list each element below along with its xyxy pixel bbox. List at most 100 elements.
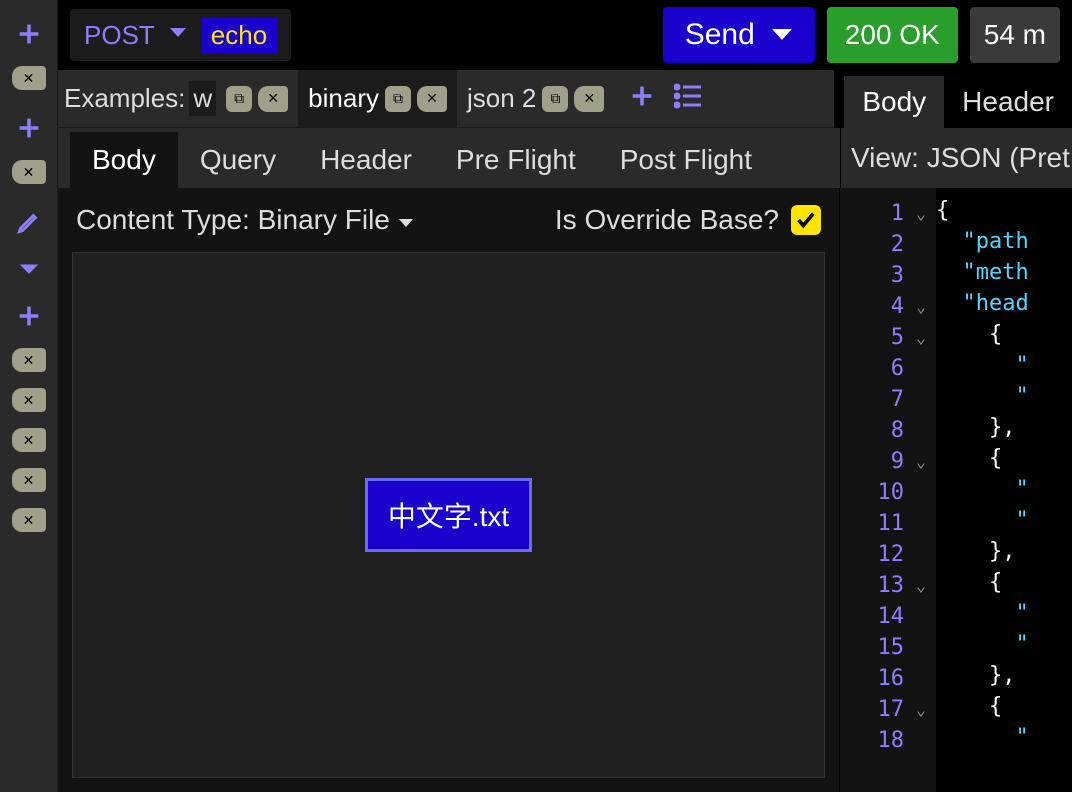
- gutter-line: 3: [840, 260, 936, 291]
- rail-close-6[interactable]: ✕: [12, 468, 46, 492]
- duplicate-icon[interactable]: ⧉: [226, 86, 252, 112]
- fold-icon[interactable]: ⌄: [914, 328, 928, 347]
- code-line: {: [936, 198, 1072, 229]
- duplicate-icon[interactable]: ⧉: [385, 86, 411, 112]
- code-line: ": [936, 508, 1072, 539]
- method-selector[interactable]: POST echo: [70, 9, 291, 61]
- example-tab-label: json 2: [467, 83, 536, 114]
- gutter-line: 5⌄: [840, 322, 936, 353]
- code-line: ": [936, 477, 1072, 508]
- code-line: ": [936, 725, 1072, 756]
- rail-close-1[interactable]: ✕: [12, 66, 46, 90]
- rail-close-5[interactable]: ✕: [12, 428, 46, 452]
- fold-icon[interactable]: ⌄: [914, 297, 928, 316]
- response-body-panel: 1⌄234⌄5⌄6789⌄10111213⌄14151617⌄18 { "pat…: [840, 188, 1072, 792]
- add-example-tab-icon[interactable]: [628, 82, 656, 115]
- code-gutter: 1⌄234⌄5⌄6789⌄10111213⌄14151617⌄18: [840, 188, 936, 792]
- content-type-bar: Content Type: Binary File Is Override Ba…: [58, 188, 839, 252]
- left-rail: ✕ ✕ ✕ ✕ ✕ ✕ ✕: [0, 0, 58, 792]
- edit-icon[interactable]: [13, 206, 45, 238]
- content-type-selector[interactable]: Content Type: Binary File: [76, 204, 414, 236]
- add-item-icon[interactable]: [13, 300, 45, 332]
- request-tab-pre-flight[interactable]: Pre Flight: [434, 132, 598, 188]
- file-chip[interactable]: 中文字.txt: [365, 478, 532, 552]
- code-line: ": [936, 601, 1072, 632]
- view-selector[interactable]: View: JSON (Pret: [840, 128, 1072, 188]
- view-label: View: JSON (Pret: [851, 142, 1070, 174]
- code-line: },: [936, 663, 1072, 694]
- rail-close-3[interactable]: ✕: [12, 348, 46, 372]
- rail-close-2[interactable]: ✕: [12, 160, 46, 184]
- example-tab-binary[interactable]: binary⧉✕: [298, 70, 457, 127]
- fold-icon[interactable]: ⌄: [914, 700, 928, 719]
- code-line: {: [936, 446, 1072, 477]
- examples-label: Examples:: [58, 83, 189, 114]
- gutter-line: 11: [840, 508, 936, 539]
- code-line: ": [936, 632, 1072, 663]
- example-frag: w: [189, 81, 216, 116]
- gutter-line: 17⌄: [840, 694, 936, 725]
- request-tab-post-flight[interactable]: Post Flight: [598, 132, 774, 188]
- method-label: POST: [84, 20, 155, 51]
- request-bar: POST echo Send 200 OK 54 m: [58, 0, 1072, 70]
- send-caret-icon: [771, 28, 793, 42]
- gutter-line: 7: [840, 384, 936, 415]
- url-input[interactable]: echo: [201, 18, 277, 53]
- chevron-down-icon: [398, 204, 414, 235]
- file-drop-area[interactable]: 中文字.txt: [72, 252, 825, 778]
- code-line: "path: [936, 229, 1072, 260]
- gutter-line: 16: [840, 663, 936, 694]
- close-icon[interactable]: ✕: [417, 86, 447, 112]
- code-line: ": [936, 353, 1072, 384]
- gutter-line: 2: [840, 229, 936, 260]
- code-content[interactable]: { "path "meth "head { " " }, { " " }, { …: [936, 188, 1072, 792]
- response-tab-header[interactable]: Header: [944, 76, 1072, 128]
- rail-expand-icon[interactable]: [13, 260, 45, 278]
- code-line: },: [936, 539, 1072, 570]
- detail-row: BodyQueryHeaderPre FlightPost Flight Vie…: [58, 128, 1072, 188]
- gutter-line: 12: [840, 539, 936, 570]
- send-button[interactable]: Send: [663, 7, 815, 63]
- gutter-line: 9⌄: [840, 446, 936, 477]
- code-line: {: [936, 322, 1072, 353]
- tabs-row: Examples: w ⧉ ✕ binary⧉✕json 2⧉✕ BodyHea…: [58, 70, 1072, 128]
- fold-icon[interactable]: ⌄: [914, 204, 928, 223]
- gutter-line: 6: [840, 353, 936, 384]
- code-line: {: [936, 570, 1072, 601]
- examples-tabstrip: Examples: w ⧉ ✕ binary⧉✕json 2⧉✕: [58, 70, 834, 128]
- code-line: "head: [936, 291, 1072, 322]
- fold-icon[interactable]: ⌄: [914, 452, 928, 471]
- gutter-line: 10: [840, 477, 936, 508]
- send-label: Send: [685, 18, 755, 52]
- rail-close-7[interactable]: ✕: [12, 508, 46, 532]
- override-checkbox[interactable]: [791, 205, 821, 235]
- gutter-line: 13⌄: [840, 570, 936, 601]
- fold-icon[interactable]: ⌄: [914, 576, 928, 595]
- response-tabs: BodyHeader: [834, 70, 1072, 128]
- method-caret-icon: [169, 26, 187, 44]
- gutter-line: 4⌄: [840, 291, 936, 322]
- gutter-line: 15: [840, 632, 936, 663]
- main-area: POST echo Send 200 OK 54 m Examples: w ⧉…: [58, 0, 1072, 792]
- example-first-actions: ⧉ ✕: [216, 70, 298, 127]
- request-tab-query[interactable]: Query: [178, 132, 298, 188]
- list-examples-icon[interactable]: [674, 83, 704, 114]
- gutter-line: 1⌄: [840, 198, 936, 229]
- rail-close-4[interactable]: ✕: [12, 388, 46, 412]
- close-icon[interactable]: ✕: [574, 86, 604, 112]
- close-icon[interactable]: ✕: [258, 86, 288, 112]
- example-tab-json-2[interactable]: json 2⧉✕: [457, 70, 614, 127]
- time-badge: 54 m: [970, 7, 1060, 63]
- add-request-icon[interactable]: [13, 18, 45, 50]
- code-line: ": [936, 384, 1072, 415]
- request-tab-header[interactable]: Header: [298, 132, 434, 188]
- example-tab-label: binary: [308, 83, 379, 114]
- duplicate-icon[interactable]: ⧉: [542, 86, 568, 112]
- add-example-icon[interactable]: [13, 112, 45, 144]
- request-tab-body[interactable]: Body: [70, 132, 178, 188]
- request-body-panel: Content Type: Binary File Is Override Ba…: [58, 188, 840, 792]
- status-badge: 200 OK: [827, 7, 958, 63]
- code-line: },: [936, 415, 1072, 446]
- gutter-line: 14: [840, 601, 936, 632]
- response-tab-body[interactable]: Body: [844, 76, 944, 128]
